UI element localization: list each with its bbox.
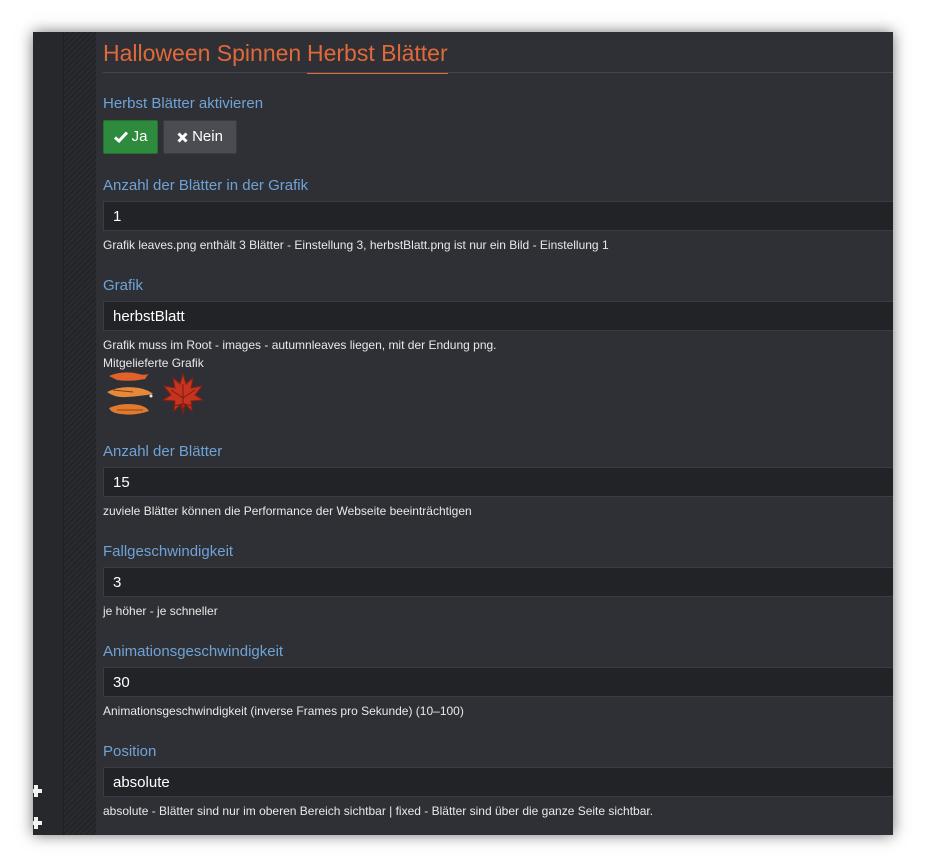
maple-leaf-image	[161, 372, 205, 415]
supplied-graphic-label: Mitgelieferte Grafik	[103, 356, 204, 370]
animation-speed-help: Animationsgeschwindigkeit (inverse Frame…	[103, 704, 464, 718]
activate-label: Herbst Blätter aktivieren	[103, 95, 264, 112]
rail-divider	[63, 32, 96, 835]
fall-speed-help: je höher - je schneller	[103, 604, 218, 618]
leaves-in-graphic-label: Anzahl der Blätter in der Grafik	[103, 177, 309, 194]
animation-speed-input[interactable]: 30	[103, 667, 893, 697]
no-button-label: Nein	[192, 128, 223, 145]
graphic-input[interactable]: herbstBlatt	[103, 301, 893, 331]
settings-content: Halloween Spinnen Herbst Blätter Herbst …	[103, 32, 893, 835]
tab-herbst-blaetter[interactable]: Herbst Blätter	[307, 40, 448, 74]
leaves-strip-image	[107, 372, 153, 415]
fall-speed-label: Fallgeschwindigkeit	[103, 543, 234, 560]
leaves-in-graphic-help: Grafik leaves.png enthält 3 Blätter - Ei…	[103, 238, 609, 252]
plus-icon[interactable]	[33, 817, 42, 829]
position-help: absolute - Blätter sind nur im oberen Be…	[103, 804, 654, 818]
position-label: Position	[103, 743, 157, 760]
leaf-count-help: zuviele Blätter können die Performance d…	[103, 504, 472, 518]
settings-window: Halloween Spinnen Herbst Blätter Herbst …	[33, 32, 893, 835]
fall-speed-input[interactable]: 3	[103, 567, 893, 597]
leaf-count-label: Anzahl der Blätter	[103, 443, 223, 460]
tab-halloween-spinnen[interactable]: Halloween Spinnen	[103, 40, 301, 73]
position-input[interactable]: absolute	[103, 767, 893, 797]
plus-icon[interactable]	[33, 785, 42, 797]
animation-speed-label: Animationsgeschwindigkeit	[103, 643, 284, 660]
leaves-in-graphic-input[interactable]: 1	[103, 201, 893, 231]
tab-bar: Halloween Spinnen Herbst Blätter	[103, 32, 893, 74]
graphic-help: Grafik muss im Root - images - autumnlea…	[103, 338, 497, 352]
yes-button-label: Ja	[131, 128, 148, 145]
graphic-label: Grafik	[103, 277, 144, 294]
check-icon	[113, 131, 128, 143]
close-icon	[177, 131, 188, 143]
leaf-count-input[interactable]: 15	[103, 467, 893, 497]
yes-button[interactable]: Ja	[103, 120, 158, 154]
left-rail	[33, 32, 63, 835]
supplied-graphics	[103, 370, 213, 420]
no-button[interactable]: Nein	[163, 120, 237, 154]
